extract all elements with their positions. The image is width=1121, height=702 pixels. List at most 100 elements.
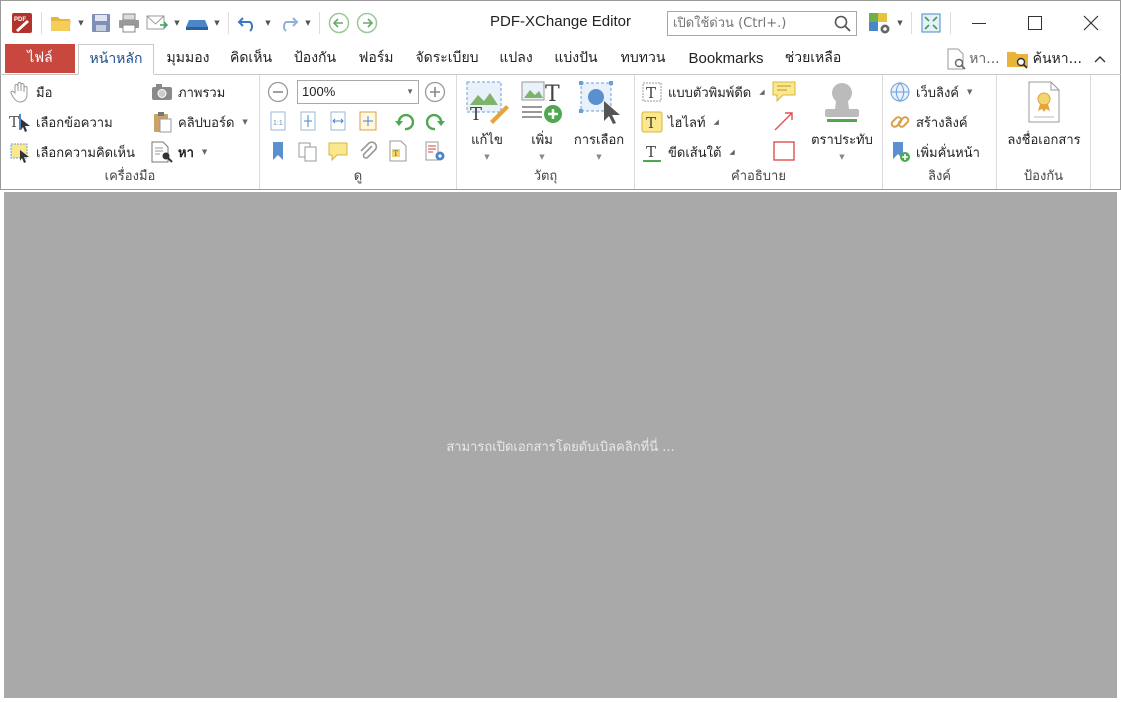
- app-logo-icon[interactable]: PDF: [9, 9, 35, 37]
- tab-protect[interactable]: ป้องกัน: [283, 44, 347, 74]
- tab-comment[interactable]: คิดเห็น: [221, 44, 281, 74]
- quick-access-toolbar: PDF ▼ ▼ ▼ ▼ ▼: [9, 7, 380, 39]
- thumbnails-pane-button[interactable]: [296, 139, 320, 163]
- clipboard-button[interactable]: คลิปบอร์ด ▼: [151, 110, 248, 134]
- maximize-button[interactable]: [1007, 1, 1063, 45]
- svg-text:1:1: 1:1: [273, 120, 283, 127]
- comments-pane-button[interactable]: [326, 139, 350, 163]
- weblinks-button[interactable]: เว็บลิงค์ ▼: [889, 80, 972, 104]
- rotate-right-button[interactable]: [423, 109, 447, 133]
- actual-size-button[interactable]: 1:1: [266, 109, 290, 133]
- ui-options-icon[interactable]: [867, 9, 893, 37]
- fullscreen-icon[interactable]: [918, 9, 944, 37]
- tab-review[interactable]: ทบทวน: [610, 44, 676, 74]
- open-folder-icon[interactable]: [48, 9, 74, 37]
- bookmarks-pane-button[interactable]: [266, 139, 290, 163]
- zoom-level-combo[interactable]: 100% ▼: [297, 80, 419, 104]
- edit-button[interactable]: T แก้ไข ▼: [462, 79, 512, 161]
- underline-button[interactable]: T ขีดเส้นใต้ ◢: [641, 140, 735, 164]
- highlight-label: ไฮไลท์: [668, 115, 706, 131]
- zoom-out-button[interactable]: [266, 80, 290, 104]
- search-button[interactable]: ค้นหา...: [1006, 48, 1082, 70]
- fit-width-button[interactable]: [326, 109, 350, 133]
- tab-organize[interactable]: จัดระเบียบ: [405, 44, 489, 74]
- close-button[interactable]: [1063, 1, 1119, 45]
- search-folder-icon: [1006, 52, 1028, 69]
- tab-view[interactable]: มุมมอง: [157, 44, 219, 74]
- create-link-button[interactable]: สร้างลิงค์: [889, 110, 968, 134]
- tab-file[interactable]: ไฟล์: [5, 44, 75, 73]
- weblinks-dropdown-icon: ▼: [967, 88, 973, 96]
- rotate-left-icon: [395, 113, 415, 131]
- tab-help[interactable]: ช่วยเหลือ: [775, 44, 851, 74]
- email-icon[interactable]: [144, 9, 170, 37]
- hand-icon: [9, 81, 31, 103]
- save-icon[interactable]: [88, 9, 114, 37]
- close-icon: [1083, 15, 1099, 31]
- panes-settings-button[interactable]: [423, 139, 447, 163]
- print-icon[interactable]: [116, 9, 142, 37]
- forward-icon[interactable]: [354, 9, 380, 37]
- rotate-left-button[interactable]: [393, 109, 417, 133]
- rectangle-button[interactable]: [772, 139, 796, 163]
- scan-icon[interactable]: [184, 9, 210, 37]
- hand-tool-button[interactable]: มือ: [9, 80, 52, 104]
- find-button[interactable]: หา...: [946, 48, 1000, 70]
- typewriter-button[interactable]: T แบบตัวพิมพ์ดีด ◢: [641, 80, 765, 104]
- find-tool-label: หา: [178, 145, 194, 161]
- quick-launch-search[interactable]: [667, 11, 857, 36]
- add-content-icon: T: [519, 79, 565, 125]
- svg-text:T: T: [646, 84, 656, 102]
- tab-share[interactable]: แบ่งปัน: [544, 44, 608, 74]
- zoom-dropdown-icon[interactable]: ▼: [406, 81, 414, 103]
- selection-button[interactable]: การเลือก ▼: [569, 79, 629, 161]
- open-dropdown-icon[interactable]: ▼: [76, 9, 86, 37]
- clipboard-dropdown-icon: ▼: [242, 118, 248, 126]
- svg-text:T: T: [545, 82, 560, 107]
- minimize-icon: [972, 23, 986, 24]
- fit-page-button[interactable]: [296, 109, 320, 133]
- edit-label: แก้ไข: [471, 133, 503, 148]
- minimize-button[interactable]: [951, 1, 1007, 45]
- add-bookmark-button[interactable]: เพิ่มคั่นหน้า: [889, 140, 980, 164]
- add-bookmark-icon: [889, 141, 911, 163]
- chevron-up-icon: [1094, 56, 1106, 63]
- document-area[interactable]: สามารถเปิดเอกสารโดยดับเบิลคลิกที่นี่ ...: [0, 189, 1121, 702]
- hand-label: มือ: [36, 85, 53, 101]
- properties-pane-button[interactable]: T: [386, 139, 410, 163]
- tab-form[interactable]: ฟอร์ม: [349, 44, 403, 74]
- undo-dropdown-icon[interactable]: ▼: [263, 9, 273, 37]
- tab-home[interactable]: หน้าหลัก: [78, 44, 154, 75]
- stamp-button[interactable]: ตราประทับ ▼: [809, 79, 875, 161]
- redo-dropdown-icon[interactable]: ▼: [303, 9, 313, 37]
- sign-document-button[interactable]: ลงชื่อเอกสาร: [1001, 79, 1087, 150]
- select-text-button[interactable]: T เลือกข้อความ: [9, 110, 113, 134]
- select-comments-button[interactable]: เลือกความคิดเห็น: [9, 140, 135, 164]
- group-label-objects: วัตถุ: [533, 169, 558, 184]
- collapse-ribbon-button[interactable]: [1088, 51, 1112, 67]
- edit-dropdown-icon: ▼: [484, 153, 490, 161]
- highlight-icon: T: [641, 111, 663, 133]
- scan-dropdown-icon[interactable]: ▼: [212, 9, 222, 37]
- arrow-button[interactable]: [772, 109, 796, 133]
- create-link-label: สร้างลิงค์: [916, 115, 968, 131]
- tab-bookmarks[interactable]: Bookmarks: [681, 44, 771, 74]
- add-button[interactable]: T เพิ่ม ▼: [517, 79, 567, 161]
- tab-convert[interactable]: แปลง: [491, 44, 541, 74]
- zoom-in-button[interactable]: [423, 80, 447, 104]
- undo-icon[interactable]: [235, 9, 261, 37]
- redo-icon[interactable]: [275, 9, 301, 37]
- quick-launch-input[interactable]: [668, 12, 828, 35]
- svg-text:T: T: [394, 150, 399, 158]
- find-tool-button[interactable]: หา ▼: [151, 140, 207, 164]
- sticky-note-button[interactable]: [772, 79, 796, 103]
- snapshot-button[interactable]: ภาพรวม: [151, 80, 225, 104]
- email-dropdown-icon[interactable]: ▼: [172, 9, 182, 37]
- fit-page-icon: [300, 111, 316, 131]
- attachments-pane-button[interactable]: [356, 139, 380, 163]
- ui-options-dropdown-icon[interactable]: ▼: [895, 9, 905, 37]
- back-icon[interactable]: [326, 9, 352, 37]
- fit-visible-button[interactable]: [356, 109, 380, 133]
- highlight-button[interactable]: T ไฮไลท์ ◢: [641, 110, 719, 134]
- search-icon[interactable]: [834, 15, 851, 36]
